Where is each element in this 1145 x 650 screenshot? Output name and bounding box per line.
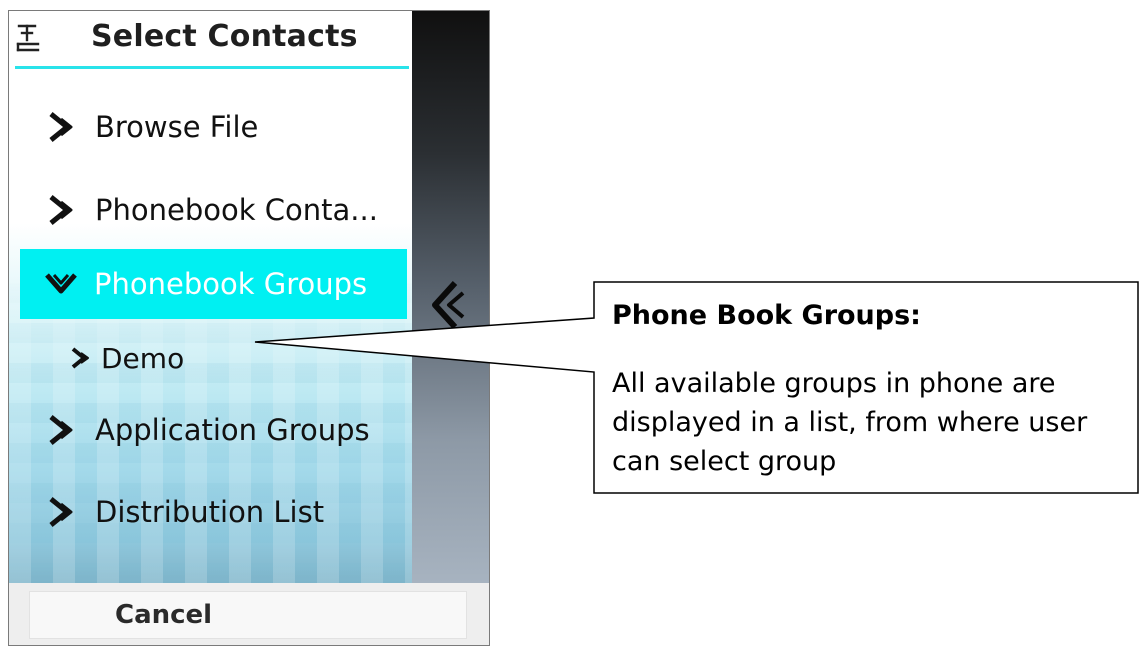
callout-box [254,281,1139,494]
callout-title: Phone Book Groups: [612,300,921,331]
callout-body: All available groups in phone are displa… [612,368,1088,477]
